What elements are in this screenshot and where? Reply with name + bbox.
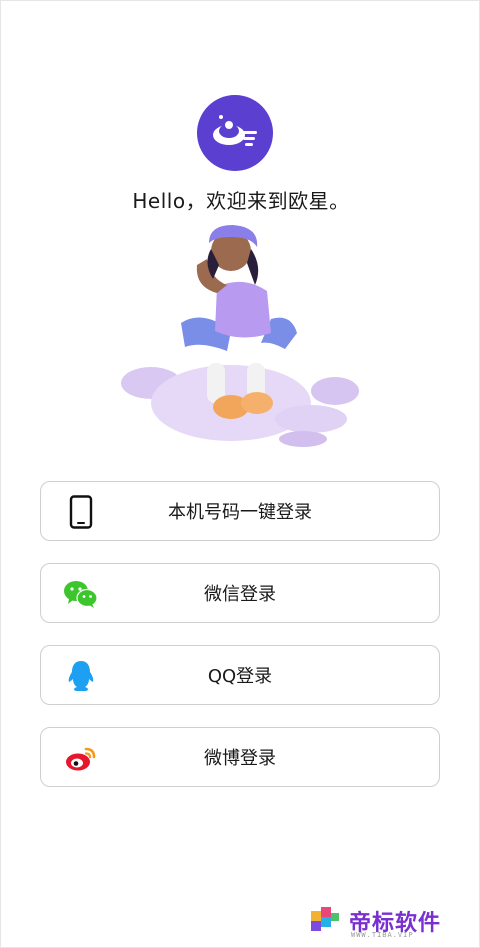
qq-login-button[interactable]: QQ登录 — [40, 645, 440, 705]
weibo-login-label: 微博登录 — [204, 748, 276, 769]
phone-login-button[interactable]: 本机号码一键登录 — [40, 481, 440, 541]
planet-rocket-icon — [213, 115, 257, 146]
weibo-login-button[interactable]: 微博登录 — [40, 727, 440, 787]
qq-login-label: QQ登录 — [207, 666, 273, 687]
welcome-greeting: Hello，欢迎来到欧星。 — [132, 189, 350, 213]
wechat-login-label: 微信登录 — [204, 584, 276, 605]
hero-illustration — [111, 223, 371, 463]
phone-login-label: 本机号码一键登录 — [168, 502, 312, 523]
app-screen: Hello，欢迎来到欧星。 本机号码一键登录 微信登录 QQ登录 微博登录 帝标… — [0, 0, 480, 948]
app-logo — [197, 95, 273, 171]
watermark-url: WWW.TIBA.VIP — [351, 931, 414, 939]
site-watermark: 帝标软件 WWW.TIBA.VIP — [307, 905, 457, 939]
wechat-login-button[interactable]: 微信登录 — [40, 563, 440, 623]
watermark-logo-icon — [311, 907, 339, 931]
